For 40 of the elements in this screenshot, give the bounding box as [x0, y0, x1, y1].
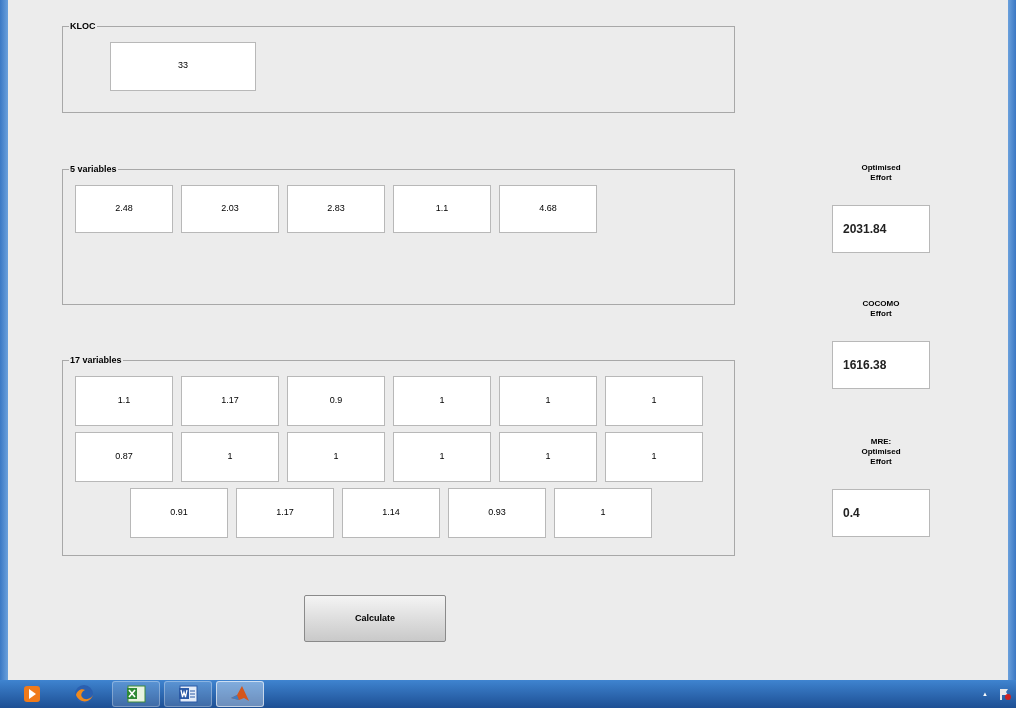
- input-field[interactable]: 1: [499, 431, 597, 482]
- panel-title: KLOC: [69, 20, 97, 33]
- input-field[interactable]: 1.14: [342, 487, 440, 538]
- input-field[interactable]: 0.91: [130, 487, 228, 538]
- input-field[interactable]: 1.1: [75, 375, 173, 426]
- input-field[interactable]: 1: [181, 431, 279, 482]
- output-label: MRE: Optimised Effort: [860, 437, 902, 467]
- globe-icon: [73, 683, 95, 705]
- input-field[interactable]: 1.17: [236, 487, 334, 538]
- document-icon: [177, 683, 199, 705]
- calculate-button[interactable]: Calculate: [304, 595, 446, 642]
- input-field[interactable]: 0.87: [75, 431, 173, 482]
- input-field[interactable]: 1: [605, 431, 703, 482]
- input-field[interactable]: 2.83: [287, 184, 385, 233]
- output-field: 0.4: [832, 489, 930, 537]
- spreadsheet-icon: [125, 683, 147, 705]
- input-field[interactable]: 1.1: [393, 184, 491, 233]
- input-field[interactable]: 1.17: [181, 375, 279, 426]
- input-field[interactable]: 33: [110, 41, 256, 91]
- input-field[interactable]: 1: [605, 375, 703, 426]
- taskbar-button[interactable]: [112, 681, 160, 707]
- output-label: Optimised Effort: [860, 163, 902, 183]
- output-field: 1616.38: [832, 341, 930, 389]
- output-label: COCOMO Effort: [861, 299, 901, 319]
- input-field[interactable]: 2.03: [181, 184, 279, 233]
- input-field[interactable]: 0.93: [448, 487, 546, 538]
- input-field[interactable]: 1: [287, 431, 385, 482]
- panel-title: 5 variables: [69, 163, 118, 176]
- input-field[interactable]: 1: [499, 375, 597, 426]
- panel-title: 17 variables: [69, 354, 123, 367]
- output-field: 2031.84: [832, 205, 930, 253]
- input-field[interactable]: 1: [393, 431, 491, 482]
- taskbar-button[interactable]: [164, 681, 212, 707]
- input-field[interactable]: 0.9: [287, 375, 385, 426]
- input-field[interactable]: 1: [393, 375, 491, 426]
- input-field[interactable]: 4.68: [499, 184, 597, 233]
- flag-icon[interactable]: [998, 687, 1012, 701]
- input-field[interactable]: 2.48: [75, 184, 173, 233]
- media-player-icon: [21, 683, 43, 705]
- input-field[interactable]: 1: [554, 487, 652, 538]
